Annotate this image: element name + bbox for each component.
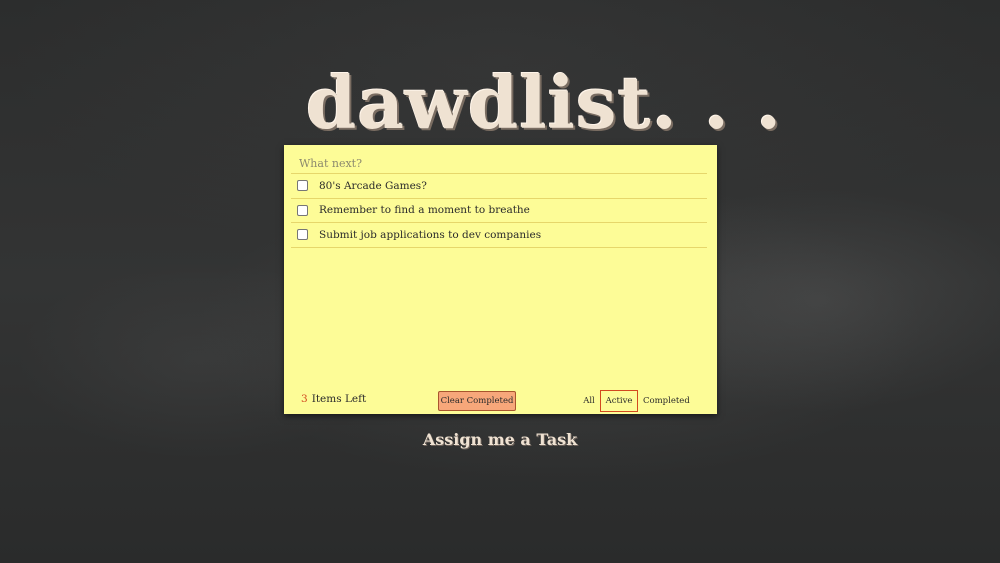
task-item: Submit job applications to dev companies [291, 223, 707, 248]
task-label[interactable]: Remember to find a moment to breathe [319, 204, 530, 216]
filter-completed[interactable]: Completed [642, 390, 690, 412]
task-list: 80's Arcade Games? Remember to find a mo… [291, 174, 707, 248]
app-title: dawdlist. . . [306, 60, 783, 145]
items-left-count: 3 [301, 393, 308, 405]
todo-panel: 80's Arcade Games? Remember to find a mo… [284, 145, 717, 414]
filter-all[interactable]: All [581, 390, 597, 412]
task-item: 80's Arcade Games? [291, 174, 707, 199]
task-checkbox[interactable] [297, 204, 308, 216]
items-left-label: Items Left [311, 393, 367, 405]
task-item: Remember to find a moment to breathe [291, 199, 707, 223]
app-subtitle: Assign me a Task [422, 430, 578, 449]
task-label[interactable]: 80's Arcade Games? [319, 180, 427, 192]
new-task-input[interactable] [291, 154, 707, 174]
clear-completed-button[interactable]: Clear Completed [438, 391, 516, 411]
task-checkbox[interactable] [297, 180, 308, 192]
task-label[interactable]: Submit job applications to dev companies [319, 229, 541, 241]
filter-active[interactable]: Active [600, 390, 638, 412]
items-left-counter: 3 Items Left [301, 393, 366, 405]
task-checkbox[interactable] [297, 229, 308, 241]
